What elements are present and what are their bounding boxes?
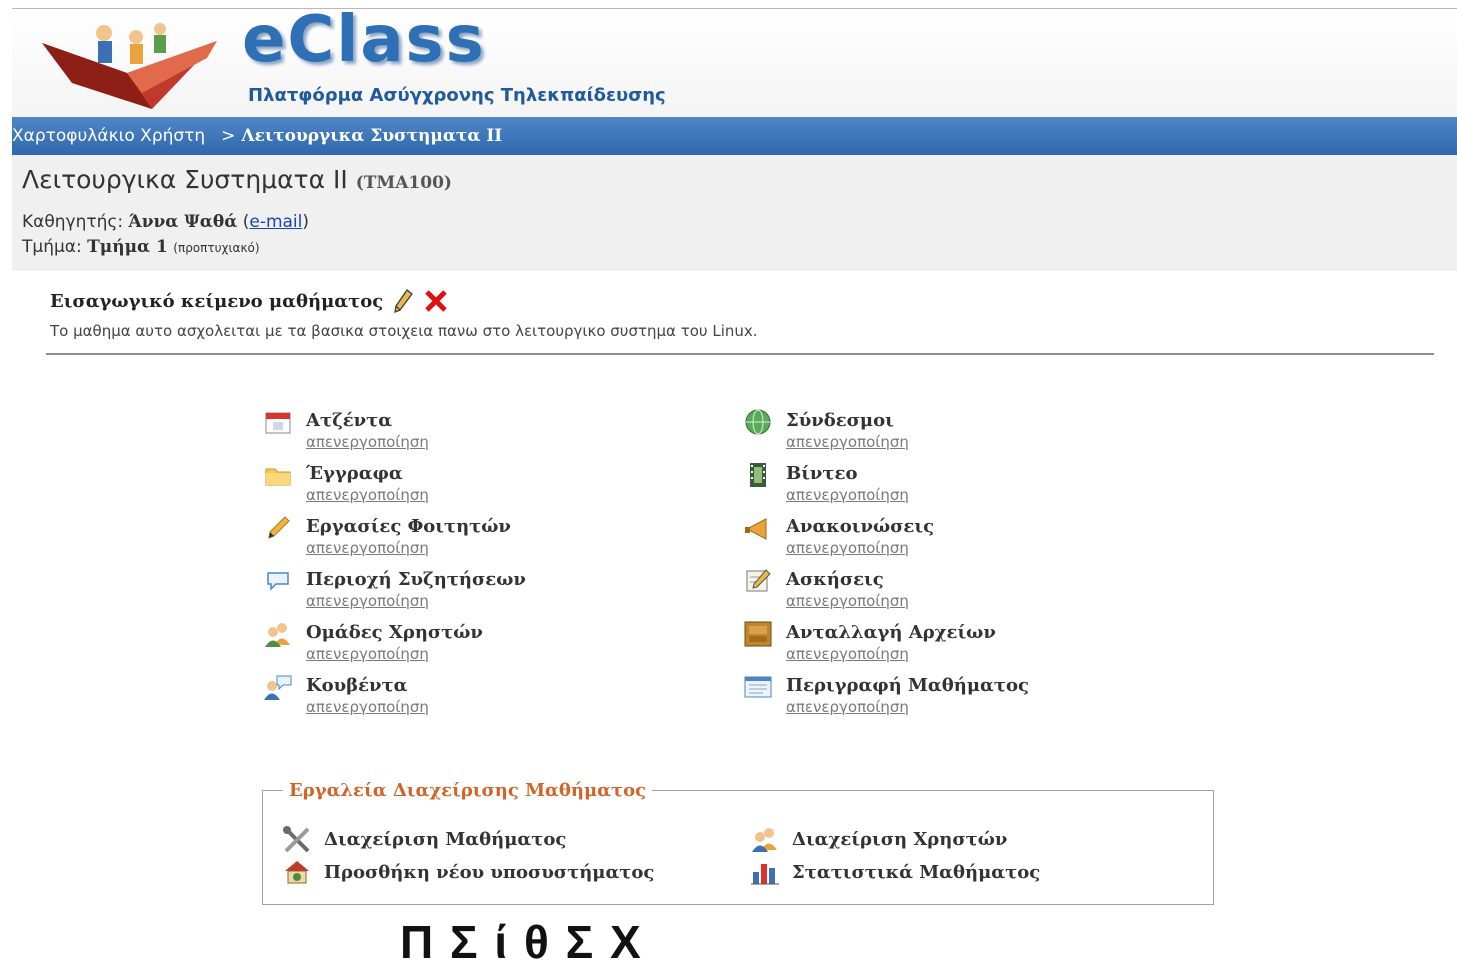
intro-text: Το μαθημα αυτο ασχολειται με τα βασικα σ… <box>50 322 758 340</box>
intro-heading: Εισαγωγικό κείμενο μαθήματος <box>50 290 384 312</box>
tool-user-groups[interactable]: Ομάδες Χρηστών απενεργοποίηση <box>262 618 682 668</box>
course-title: Λειτουργικα Συστηματα ΙΙ <box>22 165 348 194</box>
course-title-line: Λειτουργικα Συστηματα ΙΙ (ΤΜΑ100) <box>22 165 452 194</box>
admin-item-label[interactable]: Στατιστικά Μαθήματος <box>792 862 1040 883</box>
professor-line: Καθηγητής: Άννα Ψαθά (e-mail) <box>22 212 310 232</box>
tool-name[interactable]: Βίντεο <box>786 463 857 484</box>
tool-exercises[interactable]: Ασκήσεις απενεργοποίηση <box>742 565 1162 615</box>
deactivate-link[interactable]: απενεργοποίηση <box>306 645 429 663</box>
notepad-icon <box>742 567 774 595</box>
tool-discussion-forum[interactable]: Περιοχή Συζητήσεων απενεργοποίηση <box>262 565 682 615</box>
course-level: (προπτυχιακό) <box>173 241 260 255</box>
chat-user-icon <box>262 673 294 701</box>
cropped-caption: Π Σ ί θ Σ Χ <box>400 916 643 968</box>
tool-course-description[interactable]: Περιγραφή Μαθήματος απενεργοποίηση <box>742 671 1162 721</box>
breadcrumb: Χαρτοφυλάκιο Χρήστη > Λειτουργικα Συστηματ… <box>12 117 1457 155</box>
users-icon <box>750 825 780 853</box>
tool-documents[interactable]: Έγγραφα απενεργοποίηση <box>262 459 682 509</box>
tool-video[interactable]: Βίντεο απενεργοποίηση <box>742 459 1162 509</box>
intro-heading-row: Εισαγωγικό κείμενο μαθήματος <box>50 289 449 313</box>
tool-name[interactable]: Εργασίες Φοιτητών <box>306 516 511 537</box>
edit-pencil-icon[interactable] <box>393 289 414 313</box>
tool-student-assignments[interactable]: Εργασίες Φοιτητών απενεργοποίηση <box>262 512 682 562</box>
admin-item-label[interactable]: Διαχείριση Μαθήματος <box>324 829 566 850</box>
tool-name[interactable]: Περιγραφή Μαθήματος <box>786 675 1029 696</box>
tool-agenda[interactable]: Ατζέντα απενεργοποίηση <box>262 406 682 456</box>
department-name: Τμήμα 1 <box>87 237 168 257</box>
deactivate-link[interactable]: απενεργοποίηση <box>786 433 909 451</box>
course-info-panel: Λειτουργικα Συστηματα ΙΙ (ΤΜΑ100) Καθηγη… <box>12 155 1457 271</box>
globe-icon <box>742 408 774 436</box>
deactivate-link[interactable]: απενεργοποίηση <box>786 539 909 557</box>
bar-chart-icon <box>750 858 780 886</box>
calendar-icon <box>262 408 294 436</box>
tool-name[interactable]: Περιοχή Συζητήσεων <box>306 569 526 590</box>
course-code: (ΤΜΑ100) <box>355 173 452 193</box>
admin-tools-legend: Εργαλεία Διαχείρισης Μαθήματος <box>289 780 647 801</box>
admin-course-statistics[interactable]: Στατιστικά Μαθήματος <box>750 857 1040 887</box>
tool-name[interactable]: Κουβέντα <box>306 675 408 696</box>
professor-name: Άννα Ψαθά <box>128 212 238 232</box>
pencil-icon <box>262 514 294 542</box>
deactivate-link[interactable]: απενεργοποίηση <box>306 433 429 451</box>
deactivate-link[interactable]: απενεργοποίηση <box>306 698 429 716</box>
film-icon <box>742 461 774 489</box>
users-icon <box>262 620 294 648</box>
deactivate-link[interactable]: απενεργοποίηση <box>786 698 909 716</box>
site-header: eClass Πλατφόρμα Ασύγχρονης Τηλεκπαίδευσ… <box>12 3 1457 117</box>
deactivate-link[interactable]: απενεργοποίηση <box>786 645 909 663</box>
admin-add-module[interactable]: Προσθήκη νέου υποσυστήματος <box>282 857 654 887</box>
deactivate-link[interactable]: απενεργοποίηση <box>306 592 429 610</box>
deactivate-link[interactable]: απενεργοποίηση <box>786 592 909 610</box>
breadcrumb-current: Λειτουργικα Συστηματα ΙΙ <box>241 126 503 146</box>
delete-x-icon[interactable] <box>423 289 449 313</box>
department-line: Τμήμα: Τμήμα 1 (προπτυχιακό) <box>22 237 260 257</box>
deactivate-link[interactable]: απενεργοποίηση <box>306 486 429 504</box>
admin-course-management[interactable]: Διαχείριση Μαθήματος <box>282 824 566 854</box>
tool-name[interactable]: Ανακοινώσεις <box>786 516 934 537</box>
tagline: Πλατφόρμα Ασύγχρονης Τηλεκπαίδευσης <box>248 85 666 106</box>
description-icon <box>742 673 774 701</box>
tool-name[interactable]: Σύνδεσμοι <box>786 410 894 431</box>
admin-user-management[interactable]: Διαχείριση Χρηστών <box>750 824 1007 854</box>
megaphone-icon <box>742 514 774 542</box>
breadcrumb-home-link[interactable]: Χαρτοφυλάκιο Χρήστη <box>12 126 205 146</box>
add-module-icon <box>282 858 312 886</box>
professor-label: Καθηγητής: <box>22 212 124 232</box>
deactivate-link[interactable]: απενεργοποίηση <box>306 539 429 557</box>
tool-links[interactable]: Σύνδεσμοι απενεργοποίηση <box>742 406 1162 456</box>
tool-name[interactable]: Ασκήσεις <box>786 569 884 590</box>
intro-divider <box>46 353 1434 355</box>
tool-name[interactable]: Ατζέντα <box>306 410 392 431</box>
department-label: Τμήμα: <box>22 237 82 257</box>
tool-name[interactable]: Έγγραφα <box>306 463 403 484</box>
tools-icon <box>282 825 312 853</box>
deactivate-link[interactable]: απενεργοποίηση <box>786 486 909 504</box>
breadcrumb-separator: > <box>221 126 236 146</box>
email-link[interactable]: e-mail <box>249 212 302 232</box>
admin-item-label[interactable]: Διαχείριση Χρηστών <box>792 829 1007 850</box>
admin-item-label[interactable]: Προσθήκη νέου υποσυστήματος <box>324 862 654 883</box>
logo-text[interactable]: eClass <box>242 3 486 77</box>
tool-announcements[interactable]: Ανακοινώσεις απενεργοποίηση <box>742 512 1162 562</box>
tool-name[interactable]: Ομάδες Χρηστών <box>306 622 483 643</box>
folder-icon <box>262 461 294 489</box>
tool-file-exchange[interactable]: Ανταλλαγή Αρχείων απενεργοποίηση <box>742 618 1162 668</box>
file-exchange-icon <box>742 620 774 648</box>
logo-book-icon <box>42 23 217 109</box>
speech-bubble-icon <box>262 567 294 595</box>
tool-name[interactable]: Ανταλλαγή Αρχείων <box>786 622 996 643</box>
tool-chat[interactable]: Κουβέντα απενεργοποίηση <box>262 671 682 721</box>
